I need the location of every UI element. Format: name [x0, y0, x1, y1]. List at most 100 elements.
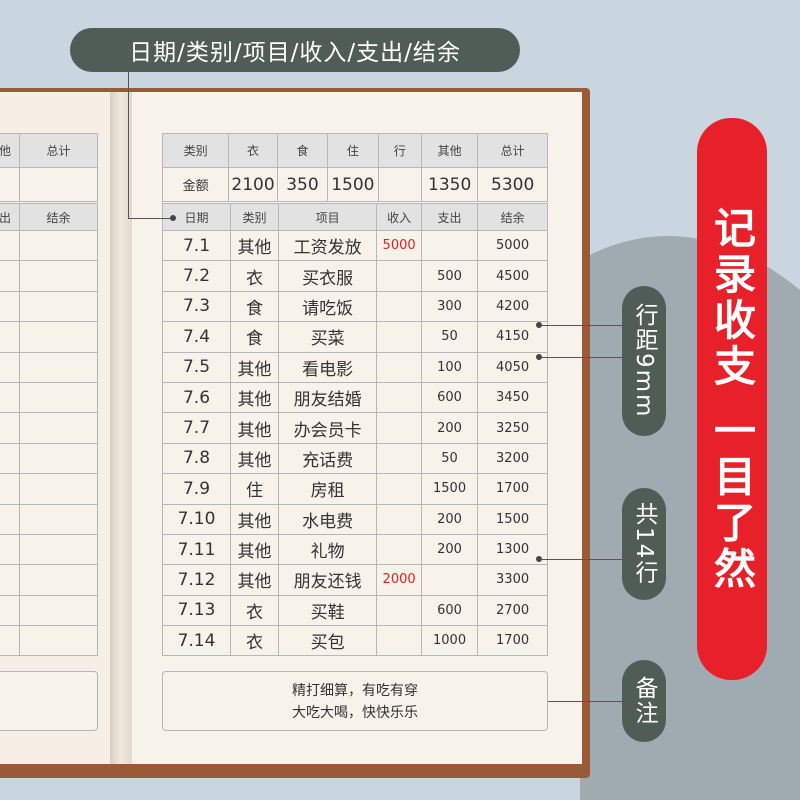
ledger-cell-cat: 住 [230, 473, 279, 505]
table-row: 7.6 其他 朋友结婚 600 3450 [161, 381, 548, 414]
ledger-cell-date: 7.2 [161, 260, 232, 292]
ledger-cell-balance: 4500 [477, 260, 548, 292]
table-row [0, 625, 98, 657]
line-spacing-pill: 行距9mm [622, 286, 666, 436]
ledger-cell-income [376, 594, 422, 627]
ledger-cell-item: 请吃饭 [277, 290, 378, 323]
table-row: 7.13 衣买鞋 600 2700 [161, 594, 548, 627]
ledger-cell-cat: 其他 [230, 533, 279, 566]
ledger-cell-item: 买衣服 [277, 260, 378, 292]
table-cell [0, 290, 20, 323]
ledger-cell-item: 礼物 [277, 533, 378, 566]
left-main-table: 出结余 [0, 203, 98, 657]
table-row [0, 594, 98, 627]
ledger-cell-balance: 3250 [477, 412, 548, 444]
ledger-cell-expense: 200 [420, 503, 479, 535]
ledger-cell-balance: 2700 [477, 594, 548, 627]
ledger-cell-cat: 其他 [230, 351, 279, 383]
summary-value-cell: 1350 [420, 167, 479, 202]
ledger-cell-date: 7.13 [161, 594, 232, 627]
ledger-header-cell: 项目 [277, 203, 378, 231]
table-cell [19, 564, 98, 596]
ledger-cell-expense: 200 [420, 533, 479, 566]
summary-header-cell: 住 [327, 133, 379, 168]
ledger-cell-income [376, 473, 422, 505]
table-cell [0, 351, 20, 383]
table-cell [19, 594, 98, 627]
summary-row-label: 金额 [161, 167, 230, 202]
table-row: 7.4 食买菜 50 4150 [161, 321, 548, 353]
table-cell [0, 533, 20, 566]
ledger-table: 日期 类别 项目 收入 支出 结余 7.1 其他 工资发放 5000 5000 7.2 衣买衣服 500… [161, 203, 548, 657]
ledger-cell-expense: 1500 [420, 473, 479, 505]
table-cell [0, 503, 20, 535]
table-row [0, 503, 98, 535]
notes-line: 精打细算，有吃有穿 [292, 683, 418, 699]
ledger-cell-item: 水电费 [277, 503, 378, 535]
ledger-cell-cat: 衣 [230, 260, 279, 292]
table-cell [0, 625, 20, 657]
ledger-cell-cat: 食 [230, 290, 279, 323]
ledger-cell-item: 看电影 [277, 351, 378, 383]
ledger-cell-date: 7.6 [161, 381, 232, 414]
summary-value-cell: 1500 [327, 167, 379, 202]
ledger-cell-balance: 1700 [477, 473, 548, 505]
ledger-cell-income [376, 442, 422, 475]
ledger-cell-item: 充话费 [277, 442, 378, 475]
ledger-cell-income [376, 533, 422, 566]
ledger-cell-item: 朋友结婚 [277, 381, 378, 414]
ledger-cell-cat: 其他 [230, 229, 279, 262]
left-header-cell: 出 [0, 203, 20, 231]
callout-line [540, 559, 624, 560]
ledger-cell-item: 工资发放 [277, 229, 378, 262]
ledger-cell-income [376, 625, 422, 657]
table-row [0, 321, 98, 353]
ledger-cell-date: 7.3 [161, 290, 232, 323]
table-cell [19, 533, 98, 566]
table-cell [19, 503, 98, 535]
ledger-cell-balance: 4200 [477, 290, 548, 323]
table-row: 7.5 其他 看电影 100 4050 [161, 351, 548, 383]
ledger-cell-income [376, 412, 422, 444]
ledger-cell-balance: 3450 [477, 381, 548, 414]
ledger-cell-date: 7.7 [161, 412, 232, 444]
summary-header-cell: 衣 [228, 133, 278, 168]
ledger-cell-balance: 1700 [477, 625, 548, 657]
ledger-cell-expense: 100 [420, 351, 479, 383]
summary-table: 类别衣食住行其他 总计 金额 2100 350 1500 1350 5300 [161, 133, 548, 202]
summary-header-cell: 类别 [161, 133, 230, 168]
ledger-cell-item: 房租 [277, 473, 378, 505]
ledger-cell-balance: 5000 [477, 229, 548, 262]
ledger-cell-expense: 600 [420, 381, 479, 414]
notes-pill: 备注 [622, 660, 666, 742]
summary-value-cell: 5300 [477, 167, 548, 202]
ledger-cell-income: 2000 [376, 564, 422, 596]
ledger-cell-expense: 1000 [420, 625, 479, 657]
ledger-cell-expense: 50 [420, 321, 479, 353]
table-row [0, 229, 98, 262]
table-row [0, 381, 98, 414]
ledger-cell-item: 买鞋 [277, 594, 378, 627]
table-cell [0, 229, 20, 262]
ledger-header-cell: 收入 [376, 203, 422, 231]
summary-header-cell: 其他 [420, 133, 479, 168]
table-cell [19, 473, 98, 505]
left-notes-box [0, 671, 98, 731]
table-row: 7.2 衣买衣服 500 4500 [161, 260, 548, 292]
ledger-cell-cat: 食 [230, 321, 279, 353]
ledger-cell-balance: 3300 [477, 564, 548, 596]
table-row: 7.10 其他 水电费 200 1500 [161, 503, 548, 535]
table-cell [0, 321, 20, 353]
callout-dot [170, 215, 176, 221]
callout-line [540, 325, 624, 326]
ledger-cell-cat: 其他 [230, 442, 279, 475]
ledger-cell-date: 7.12 [161, 564, 232, 596]
table-cell [0, 442, 20, 475]
ledger-cell-cat: 衣 [230, 625, 279, 657]
table-cell [19, 381, 98, 414]
ledger-cell-expense: 300 [420, 290, 479, 323]
ledger-cell-expense [420, 564, 479, 596]
table-cell [19, 260, 98, 292]
table-cell [0, 260, 20, 292]
row-count-pill: 共14行 [622, 488, 666, 600]
